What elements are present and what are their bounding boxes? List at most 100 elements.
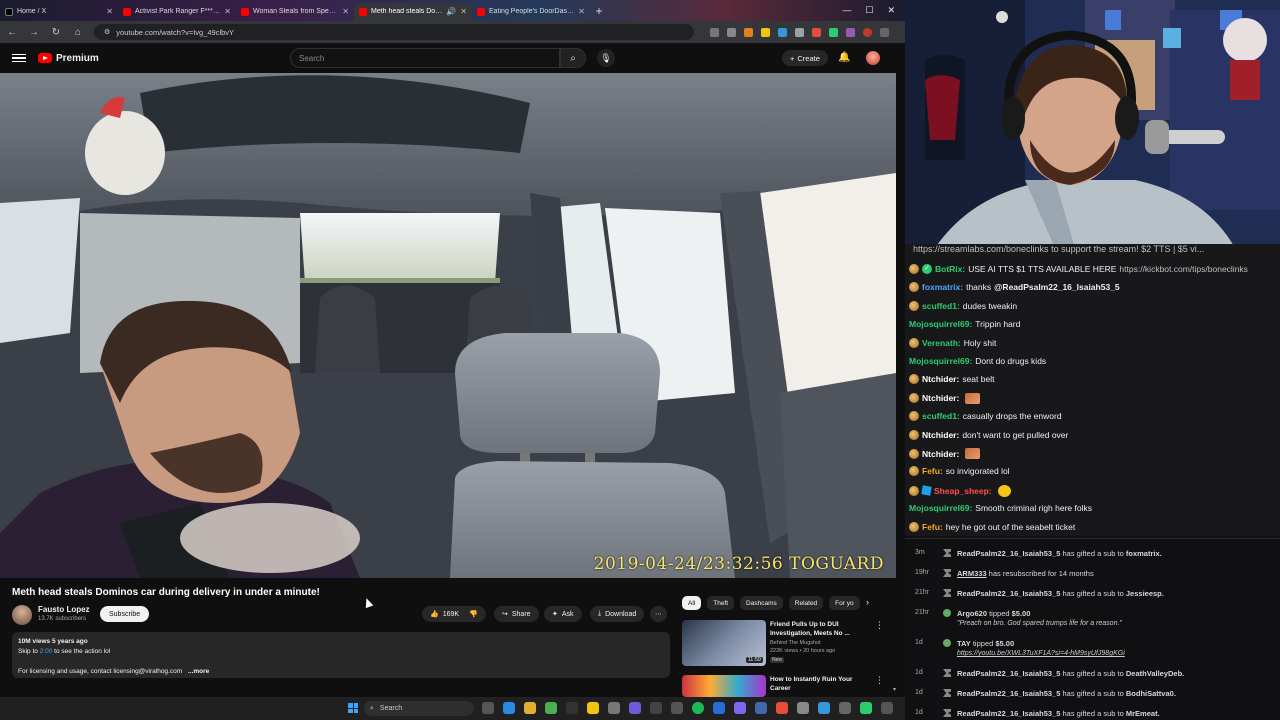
event-user[interactable]: ReadPsalm22_16_Isaiah53_5 xyxy=(957,669,1060,678)
close-tab-icon[interactable]: ✕ xyxy=(224,7,231,16)
recommendation-thumbnail[interactable]: 11:59 xyxy=(682,620,766,666)
thumbs-down-icon[interactable]: 👎 xyxy=(469,610,478,618)
chat-username[interactable]: Ntchider: xyxy=(922,374,959,384)
chat-username[interactable]: Ntchider: xyxy=(922,430,959,440)
event-user[interactable]: ReadPsalm22_16_Isaiah53_5 xyxy=(957,589,1060,598)
search-icon[interactable]: ⌕ xyxy=(560,48,586,68)
chat-username[interactable]: Fefu: xyxy=(922,466,943,476)
app-icon[interactable] xyxy=(713,702,725,714)
chat-username[interactable]: Sheap_sheep: xyxy=(934,486,992,496)
back-icon[interactable]: ← xyxy=(6,27,18,38)
filter-chip[interactable]: Theft xyxy=(707,596,735,610)
windows-start-icon[interactable] xyxy=(348,703,358,713)
event-quote[interactable]: https://youtu.be/XWL3TuXF1A?si=4-hM9syUf… xyxy=(957,650,1125,657)
more-vert-icon[interactable]: ⋮ xyxy=(875,620,884,631)
extension-icon[interactable] xyxy=(778,27,787,37)
app-icon[interactable] xyxy=(650,702,662,714)
browser-tab[interactable]: Meth head steals Domino 🔊 ✕ xyxy=(354,2,472,21)
recommendation-title[interactable]: Friend Pulls Up to DUI Investigation, Me… xyxy=(770,620,870,638)
scroll-down-icon[interactable]: ▾ xyxy=(893,686,896,693)
extension-icon[interactable] xyxy=(829,27,838,37)
chat-username[interactable]: Ntchider: xyxy=(922,449,959,459)
extension-icon[interactable] xyxy=(846,27,855,37)
extension-icon[interactable] xyxy=(812,27,821,37)
recommendation-thumbnail[interactable] xyxy=(682,675,766,697)
recommendation-channel[interactable]: Behind The Mugshot xyxy=(770,640,821,646)
more-actions-icon[interactable]: ⋯ xyxy=(650,606,667,622)
profile-icon[interactable] xyxy=(863,27,872,37)
chrome-icon[interactable] xyxy=(545,702,557,714)
chat-username[interactable]: foxmatrix: xyxy=(922,282,963,292)
chat-mention[interactable]: @ReadPsalm22_16_Isaiah53_5 xyxy=(994,282,1120,292)
pinned-link[interactable]: https://streamlabs.com/boneclinks xyxy=(913,244,1049,254)
channel-name[interactable]: Fausto Lopez xyxy=(38,605,90,614)
chrome-icon[interactable] xyxy=(524,702,536,714)
event-user[interactable]: ARM333 xyxy=(957,569,987,578)
filter-chip[interactable]: All xyxy=(682,596,702,610)
extension-icon[interactable] xyxy=(744,27,753,37)
explorer-icon[interactable] xyxy=(587,702,599,714)
home-icon[interactable]: ⌂ xyxy=(72,27,84,38)
video-player[interactable]: 2019-04-24/23:32:56 TOGUARD xyxy=(0,73,896,578)
app-icon[interactable] xyxy=(776,702,788,714)
url-field[interactable]: ⚙ youtube.com/watch?v=Ivg_49clbvY xyxy=(94,24,694,40)
recommendation-card[interactable]: 11:59 Friend Pulls Up to DUI Investigati… xyxy=(682,620,890,668)
event-user[interactable]: ReadPsalm22_16_Isaiah53_5 xyxy=(957,709,1060,718)
bookmark-star-icon[interactable] xyxy=(727,27,736,37)
reload-icon[interactable]: ↻ xyxy=(50,27,62,38)
app-icon[interactable] xyxy=(839,702,851,714)
close-tab-icon[interactable]: ✕ xyxy=(106,7,113,16)
taskbar-search[interactable]: ⌕ Search xyxy=(364,701,474,716)
maximize-icon[interactable]: ☐ xyxy=(865,5,873,16)
extension-icon[interactable] xyxy=(710,27,719,37)
like-button[interactable]: 👍 169K 👎 xyxy=(422,606,486,622)
new-tab-button[interactable]: + xyxy=(590,4,608,18)
recommendation-title[interactable]: How to Instantly Ruin Your Career xyxy=(770,675,870,693)
app-icon[interactable] xyxy=(734,702,746,714)
edge-icon[interactable] xyxy=(503,702,515,714)
close-window-icon[interactable]: ✕ xyxy=(887,5,895,16)
create-button[interactable]: + Create xyxy=(782,50,828,66)
show-more-link[interactable]: ...more xyxy=(188,668,209,675)
close-tab-icon[interactable]: ✕ xyxy=(342,7,349,16)
app-icon[interactable] xyxy=(629,702,641,714)
chat-username[interactable]: scuffed1: xyxy=(922,411,960,421)
chat-username[interactable]: Verenath: xyxy=(922,338,961,348)
app-icon[interactable] xyxy=(881,702,893,714)
search-input[interactable]: Search xyxy=(290,48,560,68)
app-icon[interactable] xyxy=(797,702,809,714)
chat-username[interactable]: Mojosquirrel69: xyxy=(909,356,972,366)
event-user[interactable]: ReadPsalm22_16_Isaiah53_5 xyxy=(957,689,1060,698)
app-icon[interactable] xyxy=(860,702,872,714)
browser-tab[interactable]: Activist Park Ranger F***s Arr ✕ xyxy=(118,3,236,21)
close-tab-icon[interactable]: ✕ xyxy=(578,7,585,16)
browser-tab[interactable]: Eating People's DoorDash Foo ✕ xyxy=(472,3,590,21)
event-user[interactable]: Argo620 xyxy=(957,609,987,618)
extension-icon[interactable] xyxy=(761,27,770,37)
more-vert-icon[interactable]: ⋮ xyxy=(875,675,884,686)
app-icon[interactable] xyxy=(671,702,683,714)
close-tab-icon[interactable]: ✕ xyxy=(460,7,467,16)
filter-chip[interactable]: For yo xyxy=(829,596,860,610)
event-user[interactable]: TAY xyxy=(957,639,971,648)
youtube-logo[interactable]: Premium xyxy=(38,53,99,64)
event-user[interactable]: ReadPsalm22_16_Isaiah53_5 xyxy=(957,549,1060,558)
chat-username[interactable]: scuffed1: xyxy=(922,301,960,311)
subscribe-button[interactable]: Subscribe xyxy=(100,606,150,622)
chat-username[interactable]: Ntchider: xyxy=(922,393,959,403)
browser-tab[interactable]: Woman Steals from Special Ne✕ xyxy=(236,3,354,21)
site-info-icon[interactable]: ⚙ xyxy=(104,28,110,36)
filter-chip[interactable]: Related xyxy=(788,596,824,610)
chat-username[interactable]: Fefu: xyxy=(922,522,943,532)
notifications-bell-icon[interactable]: 🔔 xyxy=(838,52,850,63)
app-icon[interactable] xyxy=(818,702,830,714)
browser-menu-icon[interactable] xyxy=(880,27,889,37)
account-avatar[interactable] xyxy=(866,51,880,65)
extension-icon[interactable] xyxy=(795,27,804,37)
minimize-icon[interactable]: — xyxy=(842,5,851,16)
obs-icon[interactable] xyxy=(566,702,578,714)
app-icon[interactable] xyxy=(608,702,620,714)
spotify-icon[interactable] xyxy=(692,702,704,714)
description-box[interactable]: 10M views 5 years ago Skip to 2:00 to se… xyxy=(12,632,670,678)
chat-username[interactable]: Mojosquirrel69: xyxy=(909,503,972,513)
